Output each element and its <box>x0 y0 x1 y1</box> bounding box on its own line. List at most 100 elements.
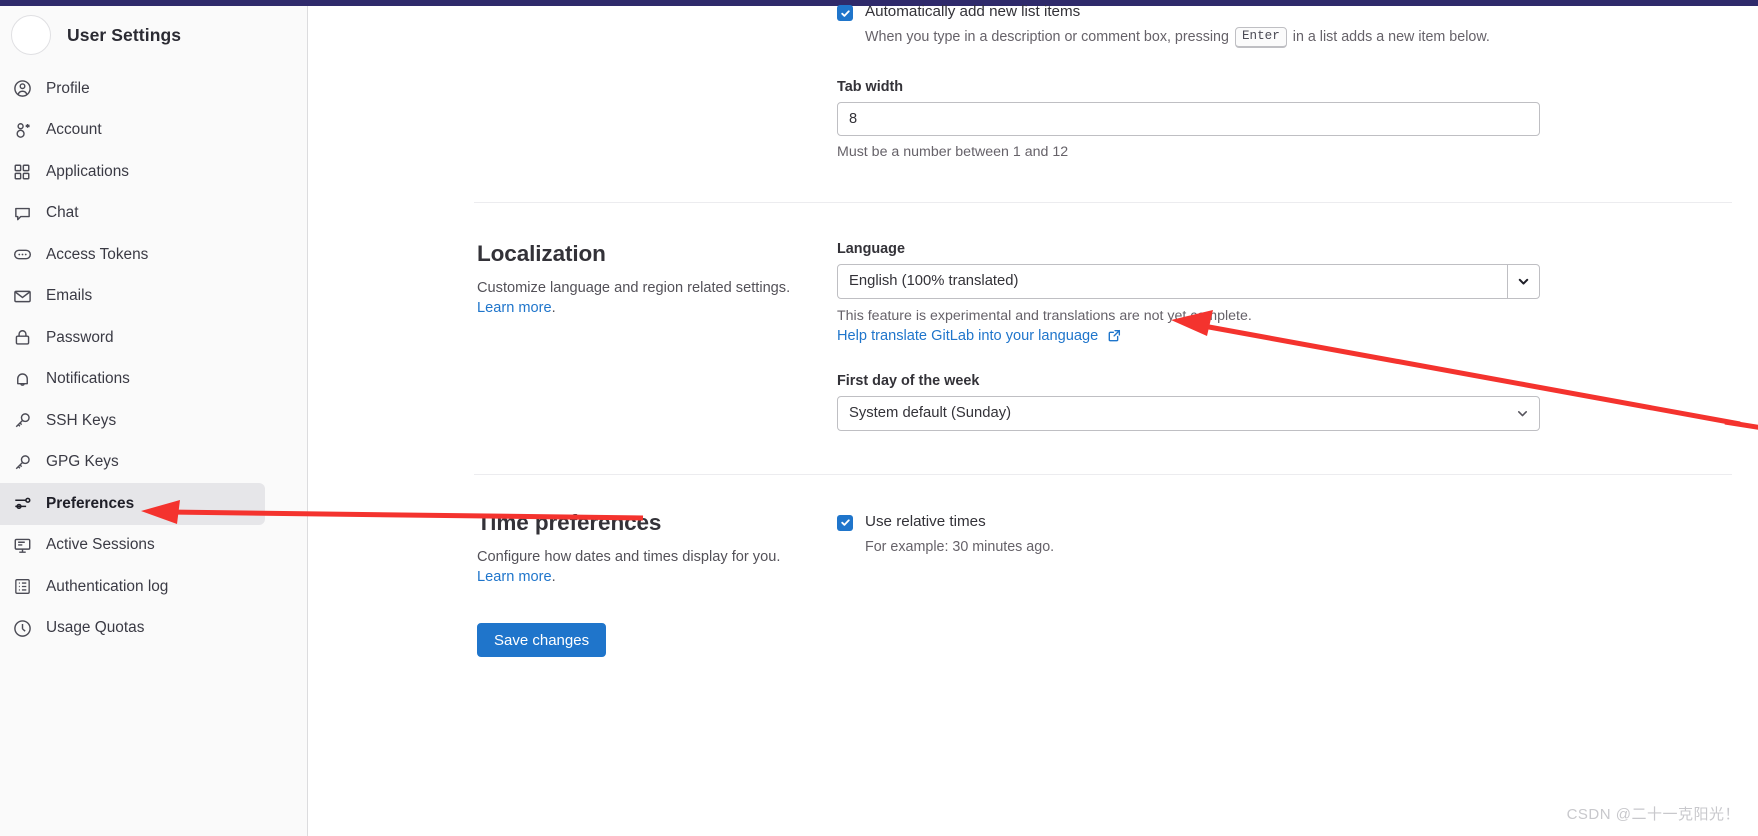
auto-add-list-items-help: When you type in a description or commen… <box>865 26 1490 48</box>
sidebar-item-label: Active Sessions <box>46 536 155 554</box>
language-translate-row: Help translate GitLab into your language <box>837 327 1540 347</box>
sidebar-item-applications[interactable]: Applications <box>0 151 307 193</box>
language-help: This feature is experimental and transla… <box>837 307 1252 324</box>
tab-width-label: Tab width <box>837 78 904 95</box>
use-relative-times-help: For example: 30 minutes ago. <box>865 538 1055 555</box>
first-day-select[interactable]: System default (Sunday) <box>837 395 1540 431</box>
sidebar-item-label: Emails <box>46 287 93 305</box>
localization-description: Customize language and region related se… <box>477 278 803 319</box>
applications-grid-icon <box>12 162 32 182</box>
save-changes-button[interactable]: Save changes <box>477 623 607 658</box>
user-circle-icon <box>12 79 32 99</box>
language-label: Language <box>837 240 905 257</box>
user-settings-sidebar: User Settings Profile Account Applicatio… <box>0 6 308 836</box>
sidebar-item-label: Profile <box>46 79 90 97</box>
time-preferences-description: Configure how dates and times display fo… <box>477 547 803 588</box>
localization-learn-more-link[interactable]: Learn more <box>477 300 552 316</box>
sidebar-item-label: Account <box>46 121 102 139</box>
help-translate-link[interactable]: Help translate GitLab into your language <box>837 328 1098 344</box>
localization-section: Localization Customize language and regi… <box>309 203 1758 431</box>
use-relative-times-checkbox[interactable] <box>837 514 853 531</box>
sidebar-item-label: Password <box>46 328 114 346</box>
sidebar-item-notifications[interactable]: Notifications <box>0 359 307 401</box>
monitor-icon <box>12 535 32 555</box>
account-gear-icon <box>12 120 32 140</box>
sidebar-item-account[interactable]: Account <box>0 110 307 152</box>
tab-width-field: Tab width Must be a number between 1 and… <box>837 79 1540 160</box>
language-select[interactable]: English (100% translated) <box>837 263 1540 299</box>
sidebar-item-ssh-keys[interactable]: SSH Keys <box>0 400 307 442</box>
first-day-select-value: System default (Sunday) <box>849 405 1012 422</box>
sidebar-item-usage-quotas[interactable]: Usage Quotas <box>0 608 307 650</box>
sidebar-item-active-sessions[interactable]: Active Sessions <box>0 525 307 567</box>
behavior-section-left <box>477 6 837 160</box>
sidebar-header: User Settings <box>0 6 307 64</box>
preferences-content: Automatically add new list items When yo… <box>309 3 1758 836</box>
log-list-icon <box>12 577 32 597</box>
sidebar-item-profile[interactable]: Profile <box>0 68 307 110</box>
auto-add-help-before: When you type in a description or commen… <box>865 28 1229 45</box>
time-preferences-section-right: Use relative times For example: 30 minut… <box>837 510 1540 657</box>
sidebar-item-authentication-log[interactable]: Authentication log <box>0 566 307 608</box>
localization-learn-more-period: . <box>551 300 556 317</box>
language-field: Language English (100% translated) This … <box>837 241 1540 347</box>
bell-icon <box>12 369 32 389</box>
time-preferences-description-text: Configure how dates and times display fo… <box>477 548 781 565</box>
envelope-icon <box>12 286 32 306</box>
sidebar-item-password[interactable]: Password <box>0 317 307 359</box>
sidebar-item-gpg-keys[interactable]: GPG Keys <box>0 442 307 484</box>
sidebar-item-label: Usage Quotas <box>46 619 145 637</box>
chevron-down-icon[interactable] <box>1507 264 1539 298</box>
chat-bubble-icon <box>12 203 32 223</box>
auto-add-list-items-texts: Automatically add new list items When yo… <box>865 2 1490 48</box>
page-title: User Settings <box>67 24 182 45</box>
tab-width-input[interactable] <box>837 101 1540 136</box>
time-preferences-section: Time preferences Configure how dates and… <box>309 475 1758 658</box>
use-relative-times-row: Use relative times For example: 30 minut… <box>837 512 1540 557</box>
external-link-icon[interactable] <box>1108 329 1121 347</box>
tab-width-help: Must be a number between 1 and 12 <box>837 143 1069 160</box>
sidebar-item-label: Authentication log <box>46 577 169 595</box>
time-preferences-title: Time preferences <box>477 509 662 535</box>
sidebar-item-label: GPG Keys <box>46 453 119 471</box>
avatar[interactable] <box>11 15 51 55</box>
sidebar-item-label: Applications <box>46 162 129 180</box>
key-icon <box>12 411 32 431</box>
auto-add-list-items-label: Automatically add new list items <box>865 3 1081 20</box>
sidebar-item-label: SSH Keys <box>46 411 117 429</box>
language-select-value: English (100% translated) <box>849 273 1019 290</box>
behavior-section: Automatically add new list items When yo… <box>309 3 1758 160</box>
time-preferences-learn-more-period: . <box>551 569 556 586</box>
sidebar-nav: Profile Account Applications Chat Access… <box>0 64 307 649</box>
sidebar-item-label: Notifications <box>46 370 130 388</box>
time-preferences-learn-more-link[interactable]: Learn more <box>477 569 552 585</box>
auto-add-list-items-row: Automatically add new list items When yo… <box>837 2 1540 48</box>
watermark: CSDN @二十一克阳光！ <box>1566 806 1740 823</box>
localization-section-left: Localization Customize language and regi… <box>477 241 837 431</box>
gauge-clock-icon <box>12 618 32 638</box>
sidebar-item-access-tokens[interactable]: Access Tokens <box>0 234 307 276</box>
behavior-section-right: Automatically add new list items When yo… <box>837 3 1540 160</box>
first-day-field: First day of the week System default (Su… <box>837 373 1540 431</box>
first-day-label: First day of the week <box>837 372 980 389</box>
token-icon <box>12 245 32 265</box>
sidebar-item-label: Chat <box>46 204 79 222</box>
use-relative-times-texts: Use relative times For example: 30 minut… <box>865 512 1054 557</box>
key-icon <box>12 452 32 472</box>
localization-title: Localization <box>477 240 606 266</box>
auto-add-list-items-checkbox[interactable] <box>837 5 853 21</box>
auto-add-help-after: in a list adds a new item below. <box>1292 28 1490 45</box>
chevron-down-icon[interactable] <box>1505 407 1539 420</box>
localization-section-right: Language English (100% translated) This … <box>837 241 1540 431</box>
localization-description-text: Customize language and region related se… <box>477 279 791 296</box>
sliders-icon <box>12 494 32 514</box>
sidebar-item-label: Access Tokens <box>46 245 149 263</box>
time-preferences-section-left: Time preferences Configure how dates and… <box>477 509 837 658</box>
sidebar-item-chat[interactable]: Chat <box>0 193 307 235</box>
sidebar-item-preferences[interactable]: Preferences <box>0 483 265 525</box>
app-root: User Settings Profile Account Applicatio… <box>0 0 1758 836</box>
enter-key-badge: Enter <box>1234 26 1287 48</box>
lock-icon <box>12 328 32 348</box>
use-relative-times-label: Use relative times <box>865 512 986 530</box>
sidebar-item-emails[interactable]: Emails <box>0 276 307 318</box>
